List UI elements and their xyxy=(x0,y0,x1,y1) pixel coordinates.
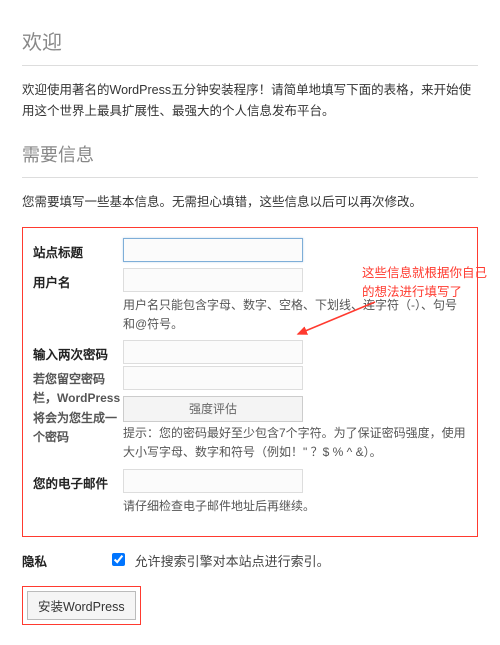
install-button[interactable]: 安装WordPress xyxy=(27,591,136,620)
password-hint: 提示：您的密码最好至少包含7个字符。为了保证密码强度，使用大小写字母、数字和符号… xyxy=(123,424,467,462)
password-input-2[interactable] xyxy=(123,366,303,390)
password-input-1[interactable] xyxy=(123,340,303,364)
install-button-highlight: 安装WordPress xyxy=(22,586,141,625)
password-strength-meter: 强度评估 xyxy=(123,396,303,422)
divider xyxy=(22,65,478,66)
site-title-label: 站点标题 xyxy=(33,238,123,261)
email-input[interactable] xyxy=(123,469,303,493)
welcome-text: 欢迎使用著名的WordPress五分钟安装程序！请简单地填写下面的表格，来开始使… xyxy=(22,80,478,121)
username-hint: 用户名只能包含字母、数字、空格、下划线、连字符（-）、句号和@符号。 xyxy=(123,296,467,334)
username-input[interactable] xyxy=(123,268,303,292)
section-title: 需要信息 xyxy=(22,141,478,167)
page-title: 欢迎 xyxy=(22,26,478,55)
email-hint: 请仔细检查电子邮件地址后再继续。 xyxy=(123,497,467,516)
section-desc: 您需要填写一些基本信息。无需担心填错，这些信息以后可以再次修改。 xyxy=(22,192,478,213)
privacy-text: 允许搜索引擎对本站点进行索引。 xyxy=(135,554,330,569)
password-subnote: 若您留空密码栏，WordPress将会为您生成一个密码 xyxy=(33,366,123,447)
email-label: 您的电子邮件 xyxy=(33,469,123,492)
annotation-text: 这些信息就根据你自己的想法进行填写了 xyxy=(362,264,492,302)
divider xyxy=(22,177,478,178)
site-title-input[interactable] xyxy=(123,238,303,262)
username-label: 用户名 xyxy=(33,268,123,291)
privacy-label: 隐私 xyxy=(22,551,112,570)
password-label: 输入两次密码 xyxy=(33,340,123,363)
privacy-checkbox[interactable] xyxy=(112,553,125,566)
